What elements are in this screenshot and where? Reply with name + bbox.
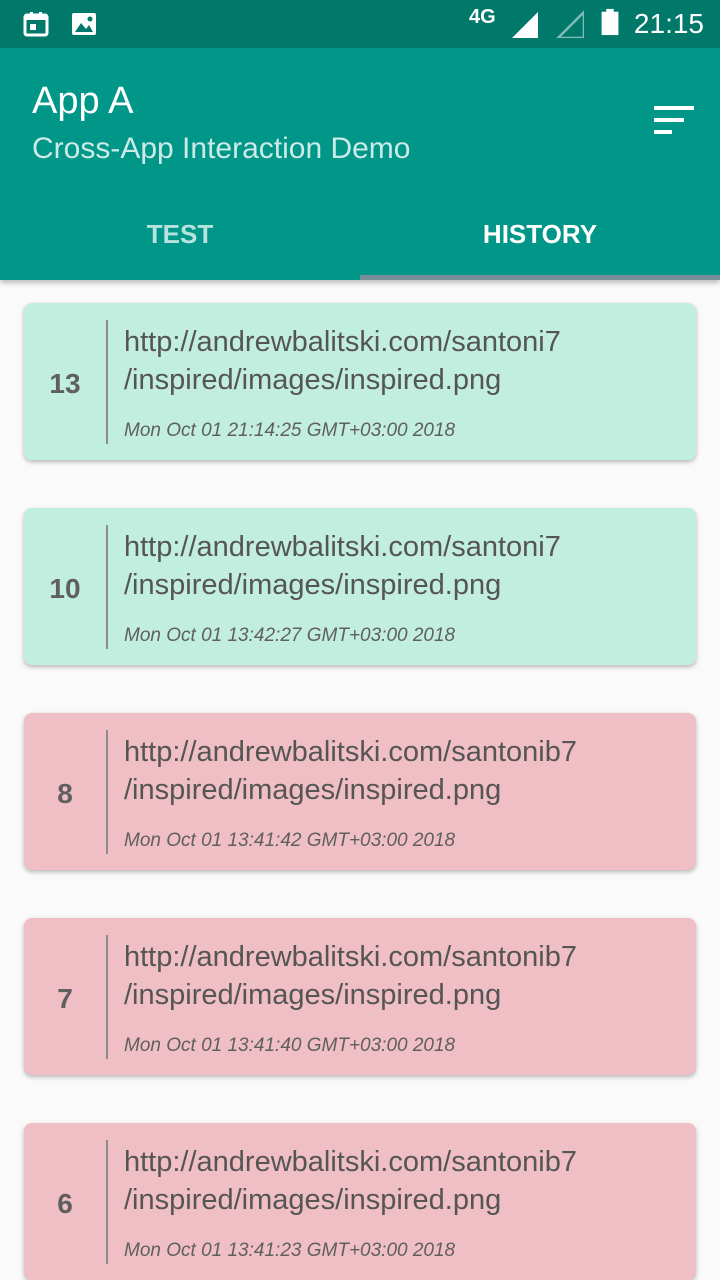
- history-card[interactable]: 8 http://andrewbalitski.com/santonib7 /i…: [24, 713, 696, 870]
- history-timestamp: Mon Oct 01 13:41:42 GMT+03:00 2018: [124, 830, 456, 851]
- history-id: 10: [49, 573, 81, 604]
- history-id: 8: [57, 778, 73, 809]
- clock: 21:15: [633, 8, 704, 39]
- history-url: http://andrewbalitski.com/santonib7 /ins…: [124, 941, 577, 1011]
- image-icon: [70, 10, 98, 38]
- history-id: 6: [57, 1188, 73, 1219]
- battery-icon: [596, 8, 624, 36]
- tab-indicator: [360, 275, 720, 280]
- history-url: http://andrewbalitski.com/santonib7 /ins…: [124, 736, 577, 806]
- history-card[interactable]: 6 http://andrewbalitski.com/santonib7 /i…: [24, 1123, 696, 1280]
- history-card[interactable]: 10 http://andrewbalitski.com/santoni7 /i…: [24, 508, 696, 665]
- card-divider: [106, 730, 108, 854]
- network-type-label: 4G: [469, 6, 496, 28]
- status-bar: 4G 21:15: [0, 0, 720, 48]
- tab-test[interactable]: TEST: [0, 192, 360, 280]
- history-card[interactable]: 13 http://andrewbalitski.com/santoni7 /i…: [24, 303, 696, 460]
- sort-icon: [654, 106, 694, 134]
- app-subtitle: Cross-App Interaction Demo: [32, 132, 411, 165]
- card-divider: [106, 1140, 108, 1264]
- card-divider: [106, 935, 108, 1059]
- history-timestamp: Mon Oct 01 21:14:25 GMT+03:00 2018: [124, 420, 456, 441]
- history-timestamp: Mon Oct 01 13:42:27 GMT+03:00 2018: [124, 625, 456, 646]
- sort-button[interactable]: [650, 96, 698, 144]
- card-divider: [106, 320, 108, 444]
- history-url: http://andrewbalitski.com/santoni7 /insp…: [124, 326, 561, 396]
- history-timestamp: Mon Oct 01 13:41:40 GMT+03:00 2018: [124, 1035, 456, 1056]
- signal-icon: [510, 10, 538, 38]
- history-id: 7: [57, 983, 73, 1014]
- card-divider: [106, 525, 108, 649]
- history-url: http://andrewbalitski.com/santoni7 /insp…: [124, 531, 561, 601]
- history-timestamp: Mon Oct 01 13:41:23 GMT+03:00 2018: [124, 1240, 456, 1261]
- app-bar: App A Cross-App Interaction Demo TEST HI…: [0, 48, 720, 280]
- history-list[interactable]: 13 http://andrewbalitski.com/santoni7 /i…: [0, 280, 720, 1280]
- history-id: 13: [49, 368, 81, 399]
- history-card[interactable]: 7 http://andrewbalitski.com/santonib7 /i…: [24, 918, 696, 1075]
- calendar-icon: [22, 10, 50, 38]
- signal-empty-icon: [556, 10, 584, 38]
- history-url: http://andrewbalitski.com/santonib7 /ins…: [124, 1146, 577, 1216]
- app-title: App A: [32, 80, 134, 122]
- tab-history[interactable]: HISTORY: [360, 192, 720, 280]
